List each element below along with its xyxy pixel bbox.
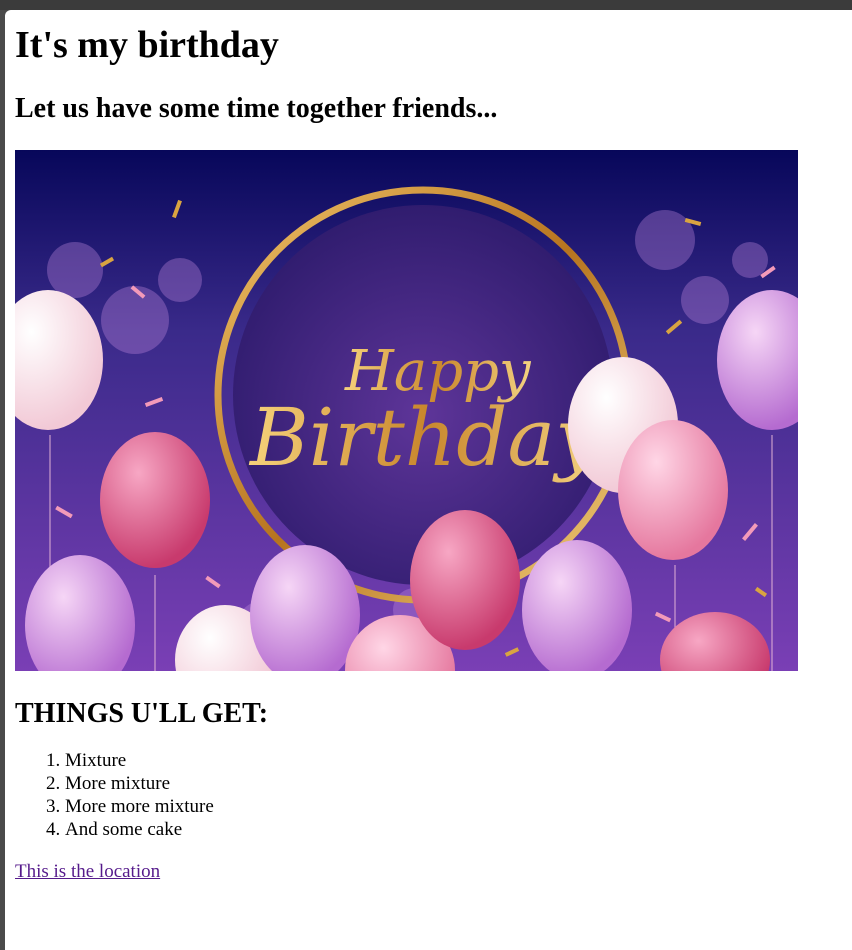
page-title: It's my birthday <box>15 24 279 66</box>
list-item: And some cake <box>65 818 845 841</box>
page-viewport: It's my birthday Let us have some time t… <box>5 10 852 950</box>
banner-greeting-birthday: Birthday <box>248 391 602 484</box>
list-heading: THINGS U'LL GET: <box>15 698 269 729</box>
page-content: It's my birthday Let us have some time t… <box>15 10 845 883</box>
list-item: Mixture <box>65 749 845 772</box>
page-subtitle: Let us have some time together friends..… <box>15 93 498 124</box>
browser-top-bar <box>0 0 852 10</box>
location-link[interactable]: This is the location <box>15 861 160 883</box>
birthday-banner-image: Happy Birthday <box>15 150 798 671</box>
list-item: More more mixture <box>65 795 845 818</box>
list-item: More mixture <box>65 772 845 795</box>
things-list: Mixture More mixture More more mixture A… <box>15 749 845 841</box>
